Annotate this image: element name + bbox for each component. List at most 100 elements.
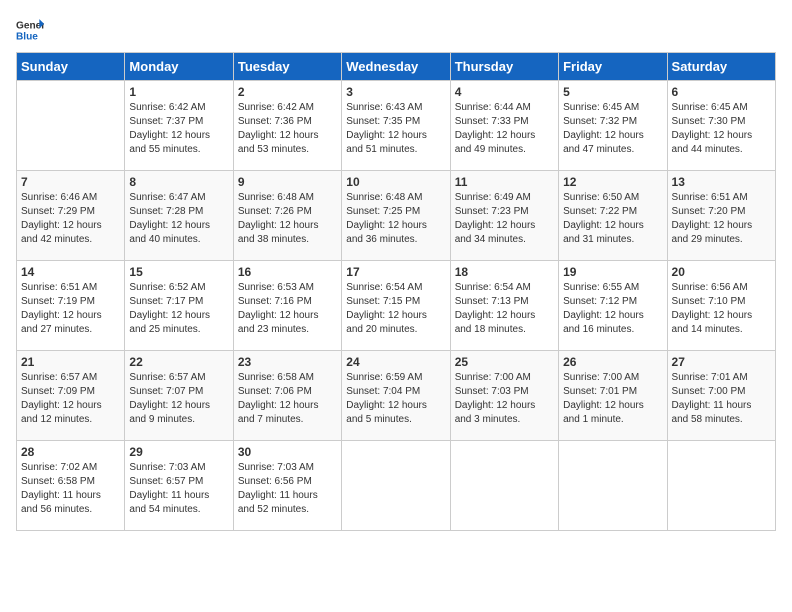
calendar-cell — [559, 441, 667, 531]
calendar-body: 1Sunrise: 6:42 AM Sunset: 7:37 PM Daylig… — [17, 81, 776, 531]
day-number: 6 — [672, 85, 771, 99]
day-number: 21 — [21, 355, 120, 369]
calendar-cell: 18 Sunrise: 6:54 AM Sunset: 7:13 PM Dayli… — [450, 261, 558, 351]
day-header: Monday — [125, 53, 233, 81]
day-number: 28 — [21, 445, 120, 459]
calendar-cell: 20Sunrise: 6:56 AM Sunset: 7:10 PM Dayli… — [667, 261, 775, 351]
day-info: Sunrise: 6:58 AM Sunset: 7:06 PM Dayligh… — [238, 371, 337, 427]
day-header: Thursday — [450, 53, 558, 81]
calendar-cell — [667, 441, 775, 531]
calendar-cell: 3 Sunrise: 6:43 AM Sunset: 7:35 PM Daylig… — [342, 81, 450, 171]
calendar-cell — [450, 441, 558, 531]
calendar-table: SundayMondayTuesdayWednesdayThursdayFrid… — [16, 52, 776, 531]
day-number: 29 — [129, 445, 228, 459]
day-number: 16 — [238, 265, 337, 279]
calendar-cell: 26 Sunrise: 7:00 AM Sunset: 7:01 PM Dayli… — [559, 351, 667, 441]
day-info: Sunrise: 7:00 AM Sunset: 7:01 PM Dayligh… — [563, 371, 662, 427]
calendar-cell: 15 Sunrise: 6:52 AM Sunset: 7:17 PM Dayli… — [125, 261, 233, 351]
day-number: 2 — [238, 85, 337, 99]
calendar-cell — [17, 81, 125, 171]
day-number: 12 — [563, 175, 662, 189]
day-number: 27 — [672, 355, 771, 369]
calendar-cell: 9 Sunrise: 6:48 AM Sunset: 7:26 PM Daylig… — [233, 171, 341, 261]
calendar-cell: 12 Sunrise: 6:50 AM Sunset: 7:22 PM Dayli… — [559, 171, 667, 261]
calendar-cell — [342, 441, 450, 531]
calendar-week: 7 Sunrise: 6:46 AM Sunset: 7:29 PM Daylig… — [17, 171, 776, 261]
calendar-week: 14Sunrise: 6:51 AM Sunset: 7:19 PM Dayli… — [17, 261, 776, 351]
calendar-cell: 21 Sunrise: 6:57 AM Sunset: 7:09 PM Dayli… — [17, 351, 125, 441]
day-info: Sunrise: 6:49 AM Sunset: 7:23 PM Dayligh… — [455, 191, 554, 247]
day-info: Sunrise: 6:53 AM Sunset: 7:16 PM Dayligh… — [238, 281, 337, 337]
calendar-cell: 22 Sunrise: 6:57 AM Sunset: 7:07 PM Dayli… — [125, 351, 233, 441]
day-number: 18 — [455, 265, 554, 279]
day-number: 17 — [346, 265, 445, 279]
calendar-cell: 25 Sunrise: 7:00 AM Sunset: 7:03 PM Dayli… — [450, 351, 558, 441]
day-number: 13 — [672, 175, 771, 189]
day-info: Sunrise: 6:46 AM Sunset: 7:29 PM Dayligh… — [21, 191, 120, 247]
calendar-week: 21 Sunrise: 6:57 AM Sunset: 7:09 PM Dayli… — [17, 351, 776, 441]
day-info: Sunrise: 6:50 AM Sunset: 7:22 PM Dayligh… — [563, 191, 662, 247]
calendar-cell: 7 Sunrise: 6:46 AM Sunset: 7:29 PM Daylig… — [17, 171, 125, 261]
day-info: Sunrise: 6:43 AM Sunset: 7:35 PM Dayligh… — [346, 101, 445, 157]
day-header: Tuesday — [233, 53, 341, 81]
day-info: Sunrise: 6:57 AM Sunset: 7:07 PM Dayligh… — [129, 371, 228, 427]
calendar-cell: 6 Sunrise: 6:45 AM Sunset: 7:30 PM Daylig… — [667, 81, 775, 171]
calendar-cell: 5Sunrise: 6:45 AM Sunset: 7:32 PM Daylig… — [559, 81, 667, 171]
day-info: Sunrise: 7:01 AM Sunset: 7:00 PM Dayligh… — [672, 371, 771, 427]
day-number: 19 — [563, 265, 662, 279]
day-info: Sunrise: 6:45 AM Sunset: 7:32 PM Dayligh… — [563, 101, 662, 157]
calendar-cell: 28 Sunrise: 7:02 AM Sunset: 6:58 PM Dayli… — [17, 441, 125, 531]
day-info: Sunrise: 6:48 AM Sunset: 7:26 PM Dayligh… — [238, 191, 337, 247]
day-number: 9 — [238, 175, 337, 189]
day-info: Sunrise: 6:52 AM Sunset: 7:17 PM Dayligh… — [129, 281, 228, 337]
day-info: Sunrise: 6:55 AM Sunset: 7:12 PM Dayligh… — [563, 281, 662, 337]
day-number: 25 — [455, 355, 554, 369]
day-info: Sunrise: 7:00 AM Sunset: 7:03 PM Dayligh… — [455, 371, 554, 427]
calendar-week: 1Sunrise: 6:42 AM Sunset: 7:37 PM Daylig… — [17, 81, 776, 171]
day-info: Sunrise: 6:57 AM Sunset: 7:09 PM Dayligh… — [21, 371, 120, 427]
day-number: 20 — [672, 265, 771, 279]
calendar-cell: 14Sunrise: 6:51 AM Sunset: 7:19 PM Dayli… — [17, 261, 125, 351]
day-info: Sunrise: 7:03 AM Sunset: 6:57 PM Dayligh… — [129, 461, 228, 517]
calendar-cell: 1Sunrise: 6:42 AM Sunset: 7:37 PM Daylig… — [125, 81, 233, 171]
day-info: Sunrise: 6:42 AM Sunset: 7:36 PM Dayligh… — [238, 101, 337, 157]
calendar-cell: 10 Sunrise: 6:48 AM Sunset: 7:25 PM Dayli… — [342, 171, 450, 261]
calendar-cell: 30 Sunrise: 7:03 AM Sunset: 6:56 PM Dayli… — [233, 441, 341, 531]
day-info: Sunrise: 6:51 AM Sunset: 7:20 PM Dayligh… — [672, 191, 771, 247]
day-info: Sunrise: 6:45 AM Sunset: 7:30 PM Dayligh… — [672, 101, 771, 157]
logo: GeneralBlue — [16, 16, 44, 44]
day-info: Sunrise: 6:59 AM Sunset: 7:04 PM Dayligh… — [346, 371, 445, 427]
day-number: 24 — [346, 355, 445, 369]
calendar-cell: 27 Sunrise: 7:01 AM Sunset: 7:00 PM Dayli… — [667, 351, 775, 441]
day-header: Saturday — [667, 53, 775, 81]
calendar-cell: 11 Sunrise: 6:49 AM Sunset: 7:23 PM Dayli… — [450, 171, 558, 261]
day-number: 4 — [455, 85, 554, 99]
day-number: 10 — [346, 175, 445, 189]
day-number: 15 — [129, 265, 228, 279]
day-number: 11 — [455, 175, 554, 189]
day-info: Sunrise: 6:47 AM Sunset: 7:28 PM Dayligh… — [129, 191, 228, 247]
day-info: Sunrise: 6:54 AM Sunset: 7:15 PM Dayligh… — [346, 281, 445, 337]
day-info: Sunrise: 6:48 AM Sunset: 7:25 PM Dayligh… — [346, 191, 445, 247]
svg-text:Blue: Blue — [16, 31, 38, 42]
calendar-cell: 19 Sunrise: 6:55 AM Sunset: 7:12 PM Dayli… — [559, 261, 667, 351]
calendar-cell: 13 Sunrise: 6:51 AM Sunset: 7:20 PM Dayli… — [667, 171, 775, 261]
calendar-week: 28 Sunrise: 7:02 AM Sunset: 6:58 PM Dayli… — [17, 441, 776, 531]
calendar-cell: 29 Sunrise: 7:03 AM Sunset: 6:57 PM Dayli… — [125, 441, 233, 531]
day-info: Sunrise: 6:54 AM Sunset: 7:13 PM Dayligh… — [455, 281, 554, 337]
day-info: Sunrise: 7:03 AM Sunset: 6:56 PM Dayligh… — [238, 461, 337, 517]
day-header: Wednesday — [342, 53, 450, 81]
calendar-cell: 16 Sunrise: 6:53 AM Sunset: 7:16 PM Dayli… — [233, 261, 341, 351]
day-number: 1 — [129, 85, 228, 99]
day-info: Sunrise: 7:02 AM Sunset: 6:58 PM Dayligh… — [21, 461, 120, 517]
day-number: 3 — [346, 85, 445, 99]
day-number: 23 — [238, 355, 337, 369]
day-number: 14 — [21, 265, 120, 279]
day-info: Sunrise: 6:44 AM Sunset: 7:33 PM Dayligh… — [455, 101, 554, 157]
header-row: SundayMondayTuesdayWednesdayThursdayFrid… — [17, 53, 776, 81]
day-number: 22 — [129, 355, 228, 369]
day-number: 26 — [563, 355, 662, 369]
day-number: 30 — [238, 445, 337, 459]
calendar-cell: 17 Sunrise: 6:54 AM Sunset: 7:15 PM Dayli… — [342, 261, 450, 351]
day-number: 7 — [21, 175, 120, 189]
